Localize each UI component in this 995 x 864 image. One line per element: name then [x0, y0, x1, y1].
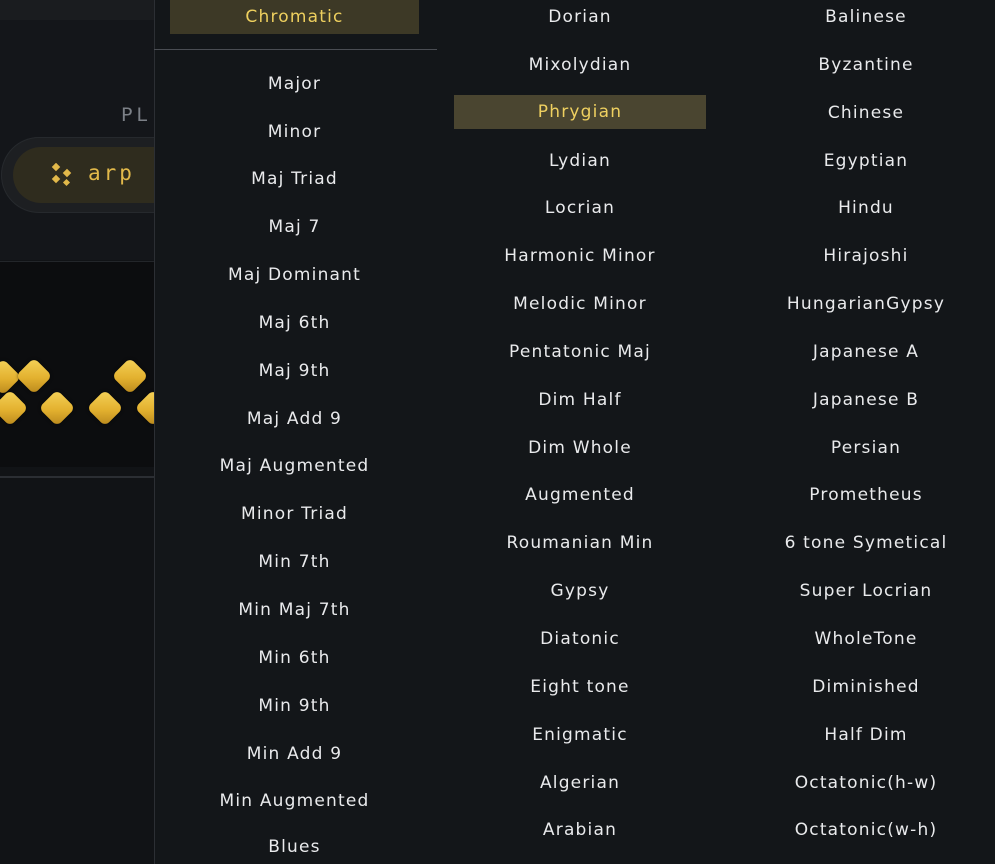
menu-item[interactable]: Min Augmented	[170, 784, 419, 818]
top-strip	[0, 0, 154, 21]
menu-item[interactable]: Min 9th	[170, 689, 419, 723]
menu-item[interactable]: Blues	[170, 830, 419, 864]
menu-item[interactable]: Major	[170, 67, 419, 101]
menu-item[interactable]: Dim Whole	[454, 431, 706, 465]
menu-item[interactable]: Maj 6th	[170, 306, 419, 340]
menu-item[interactable]: Balinese	[740, 0, 992, 34]
menu-item[interactable]: Minor	[170, 115, 419, 149]
menu-item[interactable]: Mixolydian	[454, 48, 706, 82]
menu-item[interactable]: Min Add 9	[170, 737, 419, 771]
menu-item[interactable]: Maj Triad	[170, 162, 419, 196]
menu-item[interactable]: HungarianGypsy	[740, 287, 992, 321]
menu-item[interactable]: Min 6th	[170, 641, 419, 675]
sparkle-icon	[51, 163, 72, 187]
menu-item[interactable]: Harmonic Minor	[454, 239, 706, 273]
menu-item[interactable]: Gypsy	[454, 574, 706, 608]
menu-item[interactable]: WholeTone	[740, 622, 992, 656]
menu-item[interactable]: Prometheus	[740, 478, 992, 512]
menu-item[interactable]: Diminished	[740, 670, 992, 704]
menu-item[interactable]: Maj 9th	[170, 354, 419, 388]
menu-item[interactable]: Melodic Minor	[454, 287, 706, 321]
menu-item[interactable]: Byzantine	[740, 48, 992, 82]
menu-item-selected[interactable]: Phrygian	[454, 95, 706, 129]
menu-item[interactable]: Augmented	[454, 478, 706, 512]
menu-item-chromatic[interactable]: Chromatic	[170, 0, 419, 34]
menu-item[interactable]: Hindu	[740, 191, 992, 225]
menu-item[interactable]: Min Maj 7th	[170, 593, 419, 627]
menu-item[interactable]: Dorian	[454, 0, 706, 34]
menu-item[interactable]: 6 tone Symetical	[740, 526, 992, 560]
menu-item[interactable]: Maj Augmented	[170, 449, 419, 483]
menu-item[interactable]: Lydian	[454, 144, 706, 178]
arp-button-label: arp	[88, 161, 135, 185]
menu-item[interactable]: Maj Add 9	[170, 402, 419, 436]
menu-item[interactable]: Super Locrian	[740, 574, 992, 608]
menu-item[interactable]: Roumanian Min	[454, 526, 706, 560]
menu-item[interactable]: Min 7th	[170, 545, 419, 579]
menu-item[interactable]: Arabian	[454, 813, 706, 847]
menu-item[interactable]: Persian	[740, 431, 992, 465]
menu-item[interactable]: Chinese	[740, 96, 992, 130]
menu-item[interactable]: Octatonic(w-h)	[740, 813, 992, 847]
menu-item[interactable]: Pentatonic Maj	[454, 335, 706, 369]
menu-item[interactable]: Hirajoshi	[740, 239, 992, 273]
section-divider	[0, 476, 154, 478]
menu-item[interactable]: Algerian	[454, 766, 706, 800]
play-section-label: PL	[121, 104, 152, 126]
menu-item[interactable]: Japanese A	[740, 335, 992, 369]
menu-item[interactable]: Locrian	[454, 191, 706, 225]
menu-item[interactable]: Dim Half	[454, 383, 706, 417]
menu-item[interactable]: Eight tone	[454, 670, 706, 704]
menu-item[interactable]: Egyptian	[740, 144, 992, 178]
menu-item[interactable]: Octatonic(h-w)	[740, 766, 992, 800]
menu-item[interactable]: Half Dim	[740, 718, 992, 752]
menu-divider	[154, 49, 437, 50]
menu-item[interactable]: Minor Triad	[170, 497, 419, 531]
menu-item[interactable]: Diatonic	[454, 622, 706, 656]
menu-item[interactable]: Enigmatic	[454, 718, 706, 752]
menu-item[interactable]: Maj Dominant	[170, 258, 419, 292]
menu-item[interactable]: Maj 7	[170, 210, 419, 244]
menu-item[interactable]: Japanese B	[740, 383, 992, 417]
